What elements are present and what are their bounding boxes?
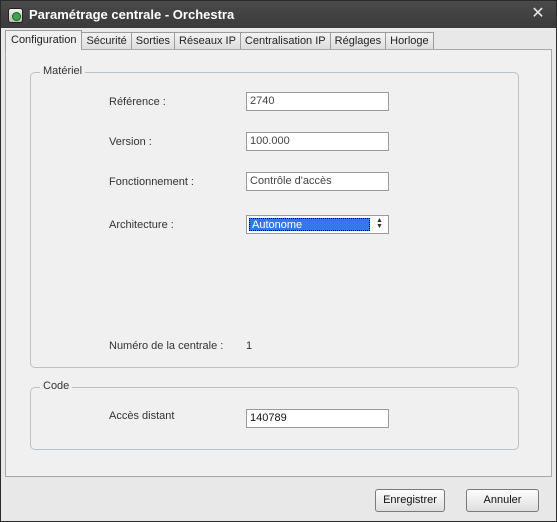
reference-label: Référence : [109,96,166,108]
version-field[interactable]: 100.000 [246,132,389,151]
settings-window: Paramétrage centrale - Orchestra ✕ Confi… [0,0,557,522]
architecture-selected-value: Autonome [249,218,370,231]
tab-horloge[interactable]: Horloge [385,32,434,50]
code-legend: Code [40,380,73,392]
version-label: Version : [109,136,152,148]
fonctionnement-label: Fonctionnement : [109,176,194,188]
save-button[interactable]: Enregistrer [375,489,445,512]
tab-securite[interactable]: Sécurité [81,32,132,50]
reference-field[interactable]: 2740 [246,92,389,111]
acces-distant-label: Accès distant [109,410,175,422]
tab-configuration[interactable]: Configuration [5,30,83,50]
cancel-button[interactable]: Annuler [466,489,539,512]
tab-centralisation-ip[interactable]: Centralisation IP [239,32,331,50]
fonctionnement-field[interactable]: Contrôle d'accès [246,172,389,191]
spin-arrows-icon[interactable]: ▲ ▼ [373,217,386,231]
tab-reseaux-ip[interactable]: Réseaux IP [174,32,241,50]
materiel-legend: Matériel [40,65,86,77]
tab-reglages[interactable]: Réglages [329,32,387,50]
tab-sorties[interactable]: Sorties [130,32,176,50]
architecture-label: Architecture : [109,219,174,231]
acces-distant-field[interactable]: 140789 [246,409,389,428]
numero-label: Numéro de la centrale : [109,340,224,352]
tab-panel-configuration: Matériel Référence : 2740 Version : 100.… [5,49,552,477]
code-group: Code Accès distant 140789 [30,380,519,450]
close-icon[interactable]: ✕ [530,5,546,23]
app-icon [8,8,23,23]
tab-bar: Configuration Sécurité Sorties Réseaux I… [5,30,434,50]
materiel-group: Matériel Référence : 2740 Version : 100.… [30,65,519,368]
architecture-select[interactable]: Autonome ▲ ▼ [246,215,389,234]
title-bar[interactable]: Paramétrage centrale - Orchestra ✕ [1,1,556,28]
window-title: Paramétrage centrale - Orchestra [29,7,235,22]
numero-value: 1 [246,340,253,352]
